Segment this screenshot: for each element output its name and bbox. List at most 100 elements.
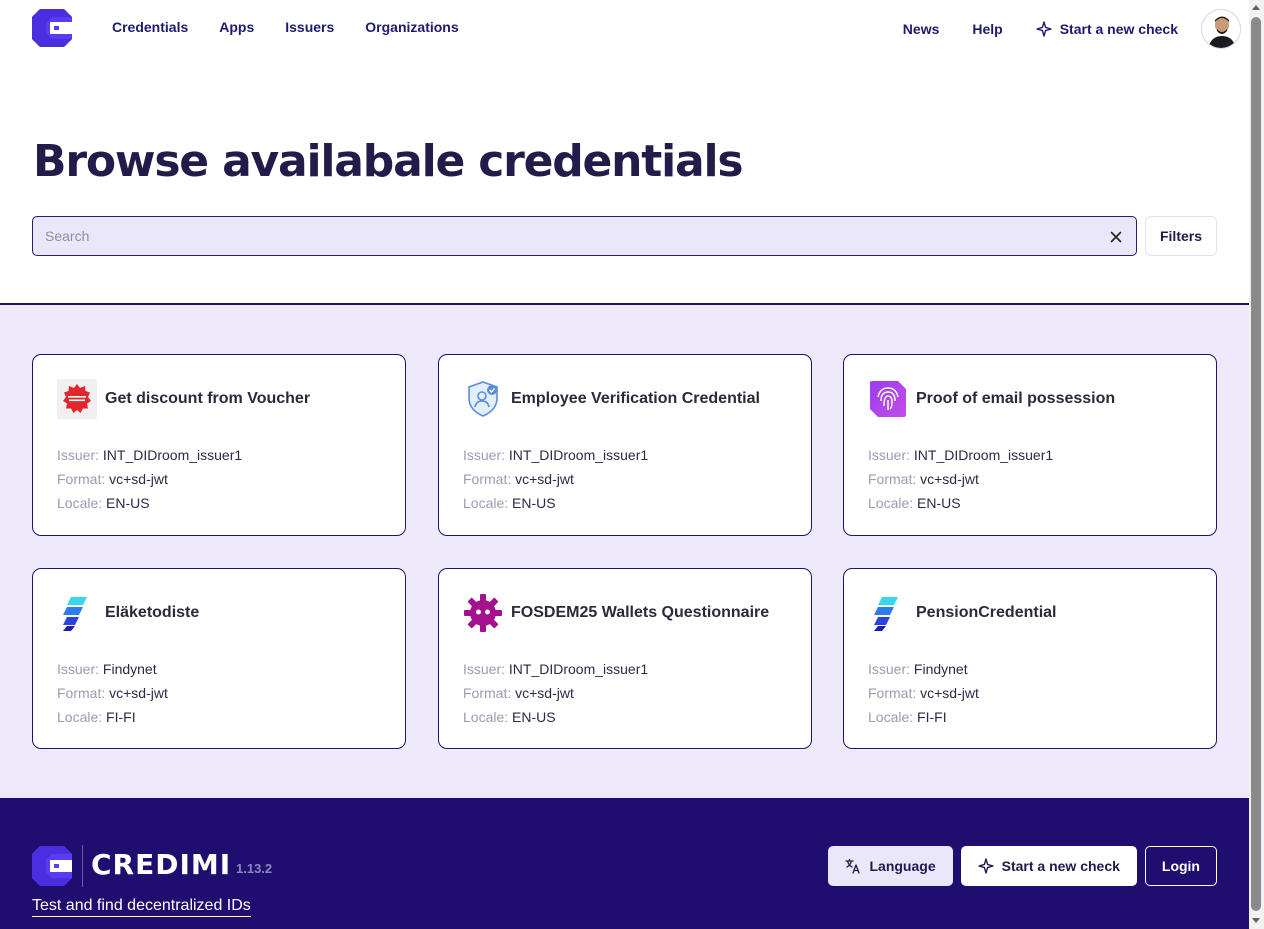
locale-label: Locale: [868,709,918,725]
sparkle-icon [1036,21,1052,37]
card-header: Employee Verification Credential [463,379,760,419]
format-label: Format: [868,685,921,701]
locale-label: Locale: [57,495,107,511]
footer-brand: CREDIMI [91,848,232,881]
login-button[interactable]: Login [1144,846,1217,886]
footer-divider [82,845,83,887]
format-label: Format: [463,685,516,701]
format-label: Format: [57,471,110,487]
credimi-logo-icon[interactable] [32,846,72,886]
card-title: Get discount from Voucher [105,390,311,407]
scroll-up-icon[interactable] [1252,5,1260,10]
format-value: vc+sd-jwt [515,471,574,487]
scrollbar-thumb[interactable] [1251,17,1261,911]
credential-card[interactable]: Get discount from Voucher Issuer: INT_DI… [32,354,406,536]
locale-label: Locale: [57,709,107,725]
footer-tagline-link[interactable]: Test and find decentralized IDs [32,897,251,917]
nav-apps[interactable]: Apps [219,19,254,35]
language-button[interactable]: Language [828,846,953,886]
nav-issuers[interactable]: Issuers [285,19,334,35]
locale-value: EN-US [917,495,961,511]
translate-icon [845,858,861,874]
card-title: Employee Verification Credential [511,390,760,407]
discount-badge-icon [57,379,97,419]
card-title: Eläketodiste [105,604,200,621]
card-header: FOSDEM25 Wallets Questionnaire [463,593,769,633]
findynet-logo-icon [868,593,908,633]
card-header: Eläketodiste [57,593,199,633]
locale-label: Locale: [868,495,918,511]
locale-value: EN-US [106,495,150,511]
nav-organizations[interactable]: Organizations [365,19,458,35]
format-value: vc+sd-jwt [920,471,979,487]
locale-value: EN-US [512,495,556,511]
format-label: Format: [868,471,921,487]
issuer-value: Findynet [913,661,968,677]
issuer-label: Issuer: [868,661,914,677]
issuer-label: Issuer: [57,661,103,677]
issuer-label: Issuer: [868,447,914,463]
page-title: Browse availabale credentials [33,136,744,187]
locale-label: Locale: [463,495,513,511]
card-meta: Issuer: INT_DIDroom_issuer1 Format: vc+s… [463,443,648,515]
format-label: Format: [57,685,110,701]
app-version: 1.13.2 [236,861,273,876]
issuer-label: Issuer: [57,447,103,463]
format-value: vc+sd-jwt [109,685,168,701]
start-new-check-link[interactable]: Start a new check [1036,21,1178,37]
footer-buttons: Language Start a new check Login [828,846,1217,886]
fosdem-gear-icon [463,593,503,633]
footer-start-check-button[interactable]: Start a new check [960,846,1137,886]
locale-value: FI-FI [917,709,947,725]
credential-card[interactable]: Employee Verification Credential Issuer:… [438,354,812,536]
footer: CREDIMI 1.13.2 Test and find decentraliz… [0,798,1249,929]
sparkle-icon [977,858,994,874]
card-meta: Issuer: Findynet Format: vc+sd-jwt Local… [57,657,168,729]
card-meta: Issuer: INT_DIDroom_issuer1 Format: vc+s… [868,443,1053,515]
credential-card[interactable]: FOSDEM25 Wallets Questionnaire Issuer: I… [438,568,812,749]
locale-label: Locale: [463,709,513,725]
locale-value: FI-FI [106,709,136,725]
issuer-label: Issuer: [463,661,509,677]
card-meta: Issuer: Findynet Format: vc+sd-jwt Local… [868,657,979,729]
language-label: Language [869,858,936,874]
main-nav: Credentials Apps Issuers Organizations [112,19,459,35]
start-new-check-label: Start a new check [1059,21,1178,37]
scroll-down-icon[interactable] [1252,918,1260,923]
issuer-value: INT_DIDroom_issuer1 [508,661,649,677]
search-box [32,216,1137,256]
shield-user-icon [463,379,503,419]
nav-news[interactable]: News [903,21,940,37]
credentials-section: Get discount from Voucher Issuer: INT_DI… [0,303,1249,798]
search-input[interactable] [33,217,1136,255]
issuer-label: Issuer: [463,447,509,463]
card-title: PensionCredential [916,604,1057,621]
credential-card[interactable]: Proof of email possession Issuer: INT_DI… [843,354,1217,536]
credimi-logo-icon[interactable] [32,9,72,47]
format-value: vc+sd-jwt [920,685,979,701]
card-header: Proof of email possession [868,379,1115,419]
nav-right: News Help Start a new check [903,9,1241,49]
format-label: Format: [463,471,516,487]
filters-button[interactable]: Filters [1145,216,1217,256]
issuer-value: Findynet [102,661,157,677]
card-title: Proof of email possession [916,390,1116,407]
credential-card[interactable]: PensionCredential Issuer: Findynet Forma… [843,568,1217,749]
issuer-value: INT_DIDroom_issuer1 [102,447,243,463]
top-navigation: Credentials Apps Issuers Organizations N… [0,0,1249,56]
close-icon[interactable] [1108,229,1124,245]
nav-help[interactable]: Help [972,21,1002,37]
page: Credentials Apps Issuers Organizations N… [0,0,1249,929]
findynet-logo-icon [57,593,97,633]
locale-value: EN-US [512,709,556,725]
nav-credentials[interactable]: Credentials [112,19,188,35]
footer-start-check-label: Start a new check [1001,858,1120,874]
card-meta: Issuer: INT_DIDroom_issuer1 Format: vc+s… [463,657,648,729]
fingerprint-icon [868,379,908,419]
credential-card[interactable]: Eläketodiste Issuer: Findynet Format: vc… [32,568,406,749]
card-header: Get discount from Voucher [57,379,310,419]
user-avatar[interactable] [1201,9,1241,49]
page-scrollbar[interactable] [1249,0,1264,929]
card-title: FOSDEM25 Wallets Questionnaire [511,604,770,621]
issuer-value: INT_DIDroom_issuer1 [508,447,649,463]
